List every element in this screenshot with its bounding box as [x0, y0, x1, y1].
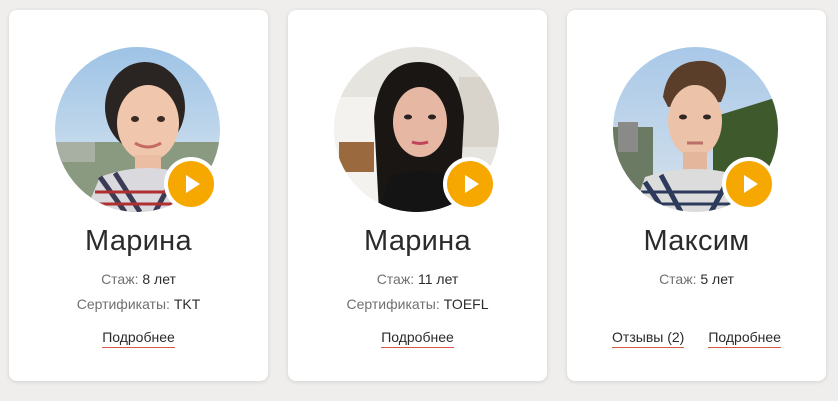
experience-label: Стаж:	[101, 271, 139, 287]
play-icon	[447, 161, 493, 207]
play-icon	[168, 161, 214, 207]
certificates: Сертификаты: TKT	[9, 296, 268, 312]
avatar-container	[334, 47, 499, 212]
avatar-container	[55, 47, 220, 212]
certificates-value: TKT	[173, 296, 201, 312]
card-links: Подробнее	[288, 329, 547, 348]
play-video-button[interactable]	[164, 157, 218, 211]
teacher-name: Марина	[85, 225, 192, 257]
play-video-button[interactable]	[443, 157, 497, 211]
card-links: Отзывы (2) Подробнее	[567, 329, 826, 348]
details-link[interactable]: Подробнее	[381, 329, 454, 348]
certificates-value: TOEFL	[443, 296, 489, 312]
teacher-card: Марина Стаж: 11 лет Сертификаты: TOEFL П…	[288, 10, 547, 381]
experience-value: 5 лет	[700, 271, 734, 287]
teacher-card: Марина Стаж: 8 лет Сертификаты: TKT Подр…	[9, 10, 268, 381]
experience-value: 11 лет	[417, 271, 459, 287]
details-link[interactable]: Подробнее	[102, 329, 175, 348]
teacher-card: Максим Стаж: 5 лет Отзывы (2) Подробнее	[567, 10, 826, 381]
certificates-label: Сертификаты:	[346, 296, 440, 312]
certificates-label: Сертификаты:	[76, 296, 170, 312]
reviews-link[interactable]: Отзывы (2)	[612, 329, 685, 348]
teacher-name: Максим	[643, 225, 750, 257]
certificates: Сертификаты: TOEFL	[288, 296, 547, 312]
play-icon	[726, 161, 772, 207]
card-links: Подробнее	[9, 329, 268, 348]
avatar-container	[613, 47, 778, 212]
experience: Стаж: 5 лет	[567, 271, 826, 287]
experience: Стаж: 8 лет	[9, 271, 268, 287]
play-video-button[interactable]	[722, 157, 776, 211]
experience-value: 8 лет	[142, 271, 176, 287]
teacher-name: Марина	[364, 225, 471, 257]
experience: Стаж: 11 лет	[288, 271, 547, 287]
details-link[interactable]: Подробнее	[708, 329, 781, 348]
experience-label: Стаж:	[659, 271, 697, 287]
experience-label: Стаж:	[376, 271, 415, 287]
